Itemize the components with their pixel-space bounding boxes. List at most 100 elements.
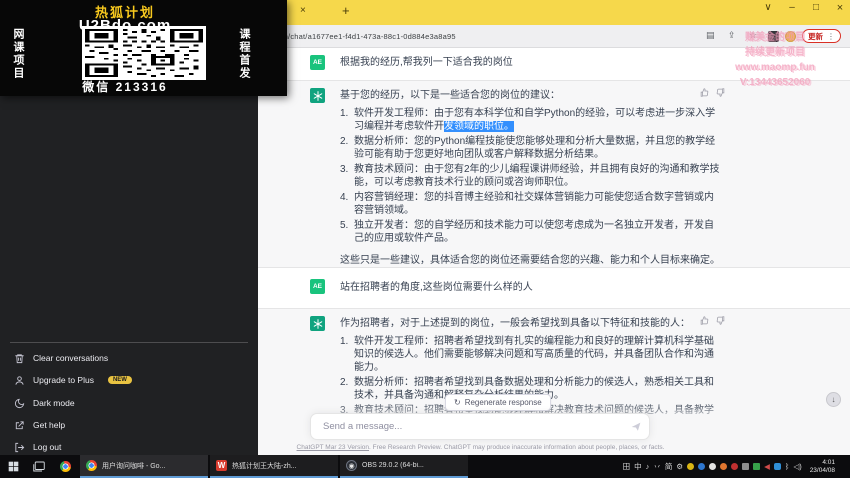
start-button[interactable] — [0, 455, 26, 478]
window-maximize-button[interactable]: □ — [806, 2, 826, 13]
tray-app-icon[interactable] — [687, 463, 695, 470]
extension-icon[interactable] — [768, 31, 779, 42]
taskbar-app-obs[interactable]: ◉ OBS 29.0.2 (64-bi... — [340, 455, 468, 478]
regenerate-response-button[interactable]: ↻ Regenerate response — [445, 394, 551, 411]
translate-icon[interactable]: ▤ — [706, 30, 715, 41]
ad-wechat-number: 微信 213316 — [82, 80, 168, 94]
ime-simplified-icon[interactable]: 简 — [665, 461, 673, 472]
selected-text: 发领域的职位。 — [444, 121, 514, 132]
list-item: 4. 内容营销经理：您的抖音博主经验和社交媒体营销能力可能使您适合数字营销或内容… — [340, 191, 732, 217]
kebab-menu-icon[interactable]: ⋮ — [827, 32, 835, 41]
user-message-text: 根据我的经历,帮我列一下适合我的岗位 — [340, 57, 513, 68]
sidebar-item-label: Dark mode — [33, 398, 75, 408]
scroll-to-bottom-button[interactable]: ↓ — [826, 392, 841, 407]
list-text: 数据分析师：您的Python编程技能使您能够处理和分析大量数据，并且您的教学经验… — [354, 136, 716, 160]
qr-ad-overlay: 热狐计划 U2Bdo.com 网课项目 课程首发 — [0, 0, 287, 96]
chrome-update-button[interactable]: 更新 ⋮ — [802, 29, 841, 43]
qr-code — [82, 26, 206, 80]
assistant-outro: 这些只是一些建议，具体适合您的岗位还需要结合您的兴趣、能力和个人目标来确定。 — [340, 255, 720, 266]
tray-chat-icon[interactable] — [773, 463, 781, 470]
list-number: 2. — [340, 136, 349, 147]
taskbar-app-chrome-window[interactable]: 用户询问咖啡 - Go... — [80, 455, 208, 478]
wps-icon: W — [216, 460, 227, 471]
assistant-intro: 作为招聘者，对于上述提到的岗位，一般会希望找到具备以下特征和技能的人： — [340, 318, 690, 329]
user-message-text: 站在招聘者的角度,这些岗位需要什么样的人 — [340, 282, 533, 293]
message-input-box — [310, 413, 650, 440]
new-tab-icon[interactable]: + — [342, 3, 350, 18]
ad-right-text: 课程首发 — [238, 28, 250, 80]
tray-app-icon[interactable] — [731, 463, 739, 470]
user-icon — [14, 375, 25, 386]
tray-app-icon[interactable] — [720, 463, 728, 470]
list-item: 5. 独立开发者：您的自学经历和技术能力可以使您考虑成为一名独立开发者，开发自己… — [340, 219, 732, 245]
tray-mark-icon[interactable]: 丷 — [653, 461, 661, 472]
sidebar-item-get-help[interactable]: Get help — [8, 415, 250, 435]
system-tray: 田 中 ♪ 丷 简 ⚙ ◀ ᛒ ◁) 4:01 23/04/08 — [623, 455, 850, 478]
list-number: 3. — [340, 164, 349, 175]
chat-area: AE 根据我的经历,帮我列一下适合我的岗位 基于您的经历，以下是一些适合您的岗位… — [258, 48, 850, 457]
sidebar-item-clear-conversations[interactable]: Clear conversations — [8, 348, 250, 368]
sidebar-item-log-out[interactable]: Log out — [8, 437, 250, 457]
ime-chinese-icon[interactable]: 中 — [634, 461, 642, 472]
ad-left-text: 网课项目 — [12, 28, 24, 80]
sidebar-item-label: Log out — [33, 442, 62, 452]
footer-disclaimer: . Free Research Preview. ChatGPT may pro… — [369, 444, 665, 451]
send-icon[interactable] — [631, 422, 641, 432]
chrome-taskbar-icon[interactable] — [52, 455, 78, 478]
list-text: 软件开发工程师：由于您有本科学位和自学Python的经验，可以考虑进一步深入学习… — [354, 108, 716, 132]
version-link[interactable]: ChatGPT Mar 23 Version — [297, 444, 370, 451]
tray-app-icon[interactable] — [742, 463, 750, 470]
obs-icon: ◉ — [346, 460, 357, 471]
new-badge: NEW — [107, 376, 132, 384]
tray-note-icon[interactable]: ♪ — [646, 462, 650, 471]
bookmark-star-icon[interactable]: ☆ — [749, 30, 757, 41]
logout-icon — [14, 442, 25, 453]
list-text: 教育技术顾问：由于您有2年的少儿编程课讲师经验，并且拥有良好的沟通和教学技能，可… — [354, 164, 720, 188]
tray-app-icon[interactable] — [698, 463, 706, 470]
update-label: 更新 — [808, 31, 823, 41]
sidebar-item-dark-mode[interactable]: Dark mode — [8, 393, 250, 413]
message-input[interactable] — [321, 415, 616, 438]
taskbar-clock[interactable]: 4:01 23/04/08 — [810, 459, 835, 475]
taskbar: 用户询问咖啡 - Go... W 热狐计划王大陆-zh... ◉ OBS 29.… — [0, 455, 850, 478]
share-icon[interactable]: ⇪ — [728, 30, 736, 41]
tray-app-icon[interactable] — [709, 463, 717, 470]
list-text: 独立开发者：您的自学经历和技术能力可以使您考虑成为一名独立开发者，开发自己的应用… — [354, 220, 714, 244]
taskbar-app-title: 用户询问咖啡 - Go... — [102, 462, 166, 470]
moon-icon — [14, 398, 25, 409]
screen: × + ∨ – □ × chat.openai.com/chat/a1677ee… — [0, 0, 850, 478]
window-minimize-button[interactable]: – — [782, 2, 802, 13]
sidebar: Clear conversations Upgrade to Plus NEW … — [0, 48, 258, 455]
taskbar-app-title: 热狐计划王大陆-zh... — [232, 462, 297, 470]
tab-close-icon[interactable]: × — [300, 5, 306, 16]
task-view-button[interactable] — [26, 455, 52, 478]
sidebar-item-label: Get help — [33, 420, 66, 430]
sidebar-item-upgrade-to-plus[interactable]: Upgrade to Plus NEW — [8, 370, 250, 390]
tray-grid-icon[interactable]: 田 — [623, 461, 631, 472]
window-close-button[interactable]: × — [830, 2, 850, 14]
taskbar-app-wps-document[interactable]: W 热狐计划王大陆-zh... — [210, 455, 338, 478]
clock-time: 4:01 — [822, 458, 835, 466]
sidebar-divider — [10, 342, 248, 343]
profile-avatar[interactable] — [785, 31, 796, 42]
user-avatar: AE — [310, 279, 325, 294]
chatgpt-avatar — [310, 88, 325, 103]
microphone-icon[interactable]: ᛒ — [785, 462, 790, 471]
list-number: 4. — [340, 192, 349, 203]
chat-footer: ChatGPT Mar 23 Version. Free Research Pr… — [258, 444, 703, 451]
sidebar-item-label: Clear conversations — [33, 353, 109, 363]
tray-media-icon[interactable]: ◀ — [764, 462, 770, 471]
list-number: 1. — [340, 336, 349, 347]
list-number: 5. — [340, 220, 349, 231]
suggestion-list: 1. 软件开发工程师：由于您有本科学位和自学Python的经验，可以考虑进一步深… — [340, 107, 732, 245]
regenerate-icon: ↻ — [454, 398, 461, 407]
chatgpt-avatar — [310, 316, 325, 331]
tab-search-icon[interactable]: ∨ — [758, 2, 778, 13]
list-item: 2. 数据分析师：您的Python编程技能使您能够处理和分析大量数据，并且您的教… — [340, 135, 732, 161]
settings-gear-icon[interactable]: ⚙ — [676, 462, 683, 471]
external-link-icon — [14, 420, 25, 431]
clock-date: 23/04/08 — [809, 466, 835, 474]
speaker-icon[interactable]: ◁) — [793, 462, 801, 471]
tray-app-icon[interactable] — [753, 463, 761, 470]
trash-icon — [14, 353, 25, 364]
